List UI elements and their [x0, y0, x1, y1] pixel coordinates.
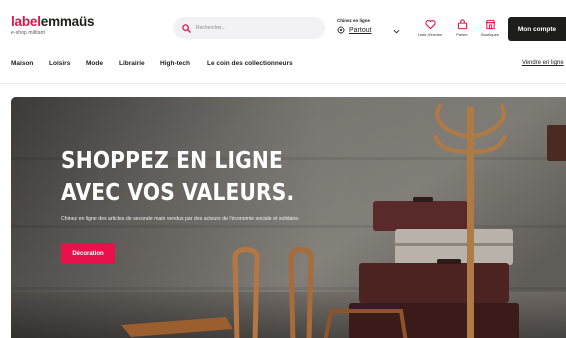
nav-divider	[0, 83, 566, 84]
heart-icon	[424, 20, 436, 30]
nav-item-maison[interactable]: Maison	[11, 60, 33, 67]
nav-item-high-tech[interactable]: High-tech	[160, 60, 190, 67]
shops-button[interactable]: Boutiques	[475, 19, 505, 37]
hero-banner: SHOPPEZ EN LIGNE AVEC VOS VALEURS. Chine…	[11, 97, 566, 338]
hero-subtitle: Chinez en ligne des articles de seconde …	[61, 216, 300, 222]
target-location-icon	[337, 26, 345, 34]
logo[interactable]: labelemmaüs e-shop militant	[11, 14, 95, 36]
hero-title: SHOPPEZ EN LIGNE AVEC VOS VALEURS.	[61, 144, 294, 208]
logo-part-label: label	[11, 14, 41, 29]
cart-label: Panier	[456, 32, 468, 37]
category-nav: Maison Loisirs Mode Librairie High-tech …	[0, 48, 566, 78]
location-value[interactable]: Partout	[349, 27, 372, 34]
site-header: labelemmaüs e-shop militant Chinez en li…	[0, 0, 566, 48]
hero-title-line-2: AVEC VOS VALEURS.	[61, 178, 295, 206]
chevron-down-icon[interactable]	[393, 29, 400, 34]
cart-button[interactable]: Panier	[447, 19, 477, 37]
location-selector[interactable]: Chinez en ligne Partout	[337, 17, 407, 41]
location-label: Chinez en ligne	[337, 18, 371, 23]
wishlist-button[interactable]: Liste d'envies	[415, 19, 445, 37]
shops-label: Boutiques	[481, 32, 499, 37]
decoration-button[interactable]: Décoration	[61, 243, 115, 264]
nav-item-mode[interactable]: Mode	[86, 60, 103, 67]
wishlist-label: Liste d'envies	[417, 32, 443, 37]
shop-icon	[485, 19, 495, 30]
logo-wordmark: labelemmaüs	[11, 14, 95, 29]
search-input[interactable]	[196, 25, 316, 31]
nav-item-loisirs[interactable]: Loisirs	[49, 60, 70, 67]
sell-online-link[interactable]: Vendre en ligne	[522, 60, 564, 66]
search-bar[interactable]	[173, 17, 325, 39]
my-account-button[interactable]: Mon compte	[508, 17, 566, 41]
logo-part-emmaus: emmaüs	[40, 14, 95, 29]
hero-title-line-1: SHOPPEZ EN LIGNE	[61, 146, 283, 174]
location-row[interactable]: Partout	[337, 26, 372, 34]
search-icon[interactable]	[182, 23, 191, 33]
basket-icon	[457, 19, 467, 30]
browser-window: labelemmaüs e-shop militant Chinez en li…	[0, 0, 566, 338]
nav-item-collectors-corner[interactable]: Le coin des collectionneurs	[207, 60, 293, 67]
logo-tagline: e-shop militant	[11, 29, 46, 36]
nav-item-librairie[interactable]: Librairie	[119, 60, 145, 67]
